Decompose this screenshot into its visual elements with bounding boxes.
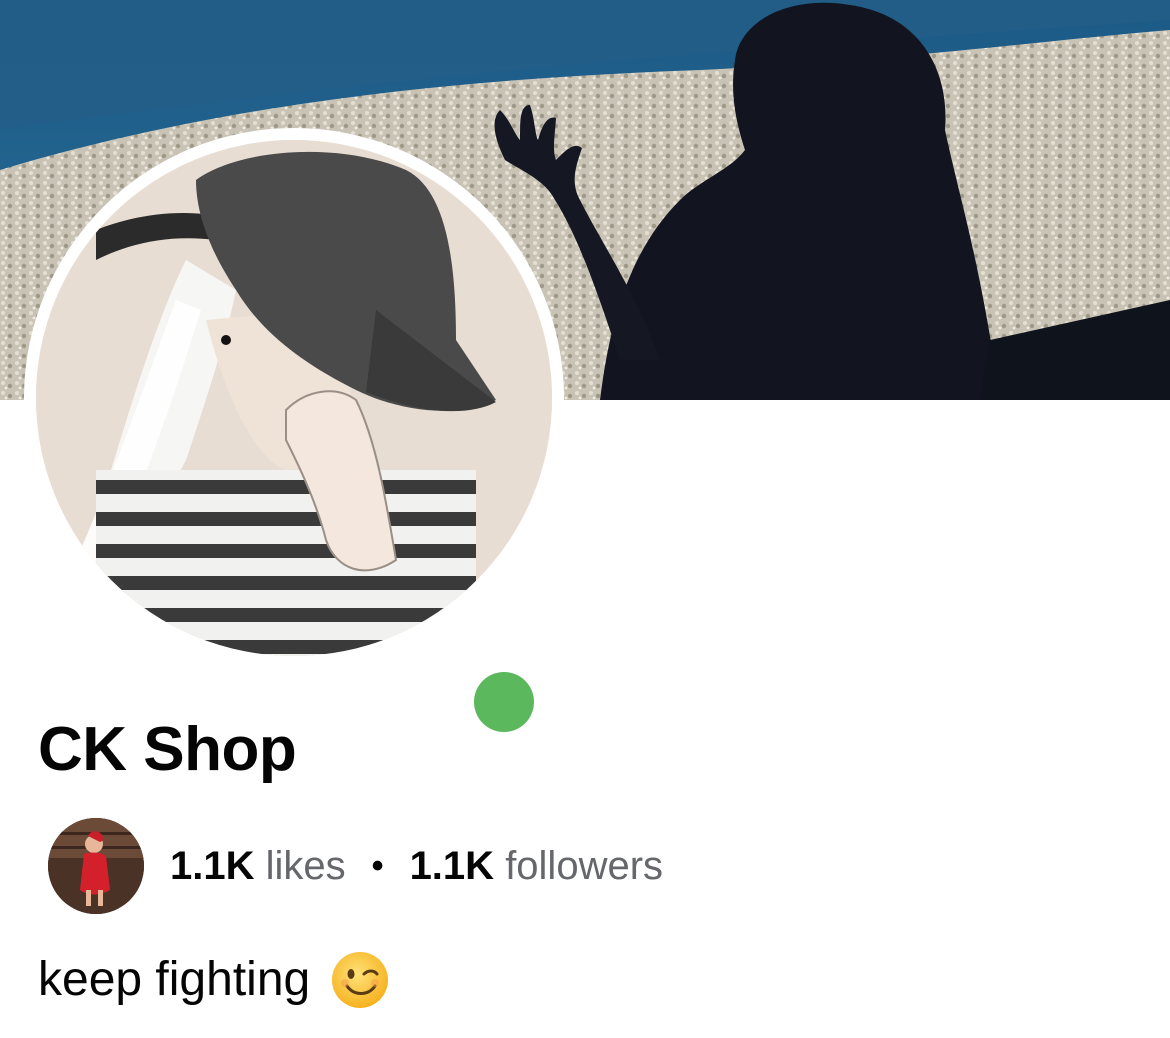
followers-label[interactable]: followers [505, 842, 663, 890]
likes-label[interactable]: likes [266, 842, 346, 890]
followers-count: 1.1K [409, 844, 495, 888]
profile-stats-row: 1.1K likes • 1.1K followers [48, 818, 663, 914]
online-status-dot [474, 672, 534, 732]
follower-avatar-image [48, 818, 144, 914]
profile-bio: keep fighting [38, 950, 390, 1010]
follower-avatar[interactable] [48, 818, 144, 914]
winking-face-icon [330, 950, 390, 1010]
likes-count: 1.1K [170, 844, 255, 888]
online-status-badge [462, 660, 546, 744]
page-title: CK Shop [38, 715, 297, 784]
profile-avatar[interactable] [36, 140, 552, 656]
stats-separator: • [371, 847, 384, 885]
profile-avatar-image [36, 140, 552, 656]
bio-text: keep fighting [38, 953, 311, 1006]
profile-stats: 1.1K likes • 1.1K followers [170, 842, 663, 890]
profile-avatar-frame[interactable] [24, 128, 564, 744]
